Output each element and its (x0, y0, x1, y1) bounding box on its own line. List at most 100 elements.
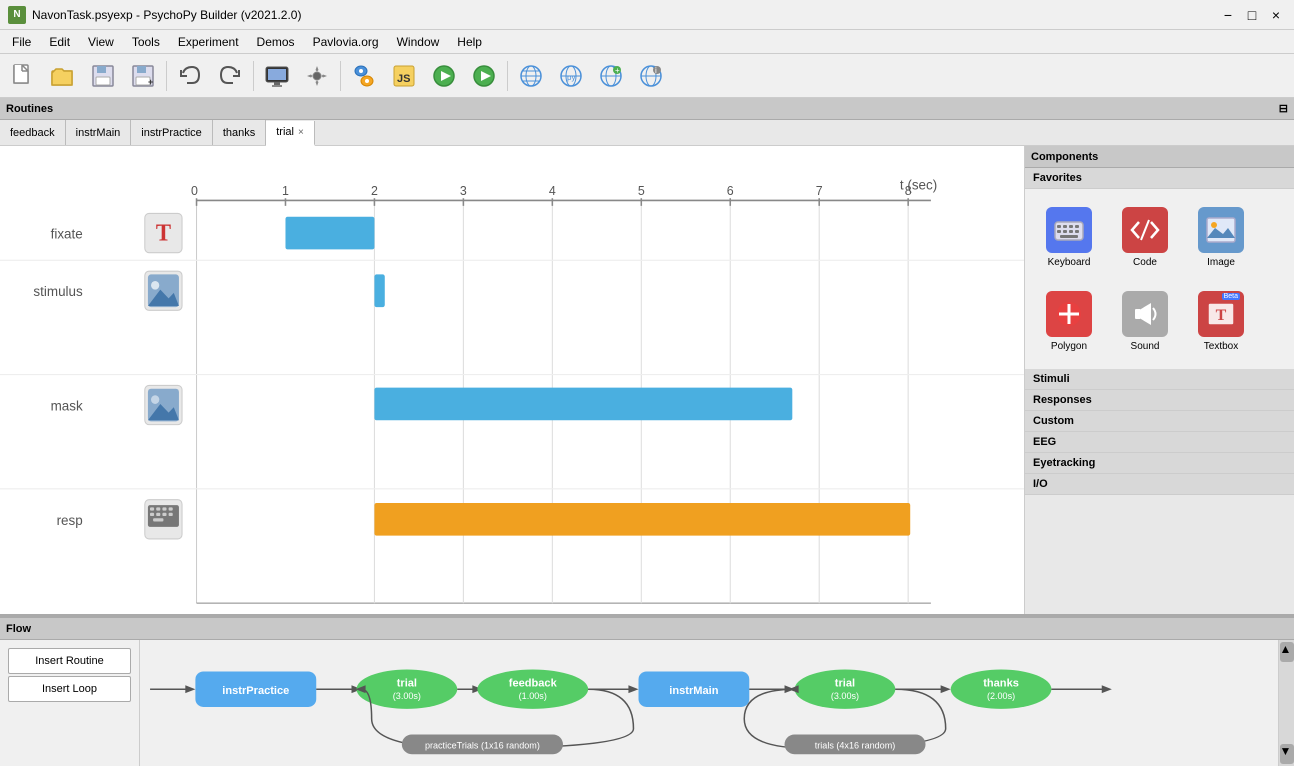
svg-text:stimulus: stimulus (33, 284, 82, 299)
svg-text:8: 8 (905, 183, 912, 198)
svg-text:practiceTrials (1x16 random): practiceTrials (1x16 random) (425, 740, 540, 750)
svg-text:0: 0 (191, 183, 198, 198)
svg-text:py: py (567, 73, 575, 82)
window-controls: − □ × (1218, 5, 1286, 25)
flow-panel: Flow Insert Routine Insert Loop instrPra… (0, 616, 1294, 766)
tab-instrmain-label: instrMain (76, 127, 121, 139)
svg-text:trials (4x16 random): trials (4x16 random) (815, 740, 896, 750)
comp-polygon[interactable]: Polygon (1033, 281, 1105, 361)
menu-window[interactable]: Window (389, 33, 448, 51)
settings-button[interactable] (298, 57, 336, 95)
section-custom[interactable]: Custom (1025, 411, 1294, 432)
tab-trial-label: trial (276, 126, 294, 138)
svg-text:(2.00s): (2.00s) (987, 691, 1015, 701)
tab-feedback[interactable]: feedback (0, 120, 66, 145)
section-eeg[interactable]: EEG (1025, 432, 1294, 453)
new-button[interactable] (4, 57, 42, 95)
redo-button[interactable] (211, 57, 249, 95)
svg-text:resp: resp (57, 512, 83, 527)
globe2-button[interactable]: py (552, 57, 590, 95)
section-responses[interactable]: Responses (1025, 390, 1294, 411)
svg-text:trial: trial (397, 677, 417, 689)
tab-instrpractice-label: instrPractice (141, 127, 202, 139)
monitor-button[interactable] (258, 57, 296, 95)
section-stimuli[interactable]: Stimuli (1025, 369, 1294, 390)
tab-thanks-label: thanks (223, 127, 255, 139)
comp-code[interactable]: Code (1109, 197, 1181, 277)
menu-pavlovia[interactable]: Pavlovia.org (305, 33, 387, 51)
svg-text:1: 1 (282, 183, 289, 198)
python-button[interactable] (345, 57, 383, 95)
routines-content: t (sec) 0 1 2 3 4 (0, 146, 1294, 614)
scrollbar-up[interactable]: ▲ (1280, 642, 1294, 662)
flow-diagram: instrPractice trial (3.00s) feedba (140, 640, 1278, 766)
insert-routine-button[interactable]: Insert Routine (8, 648, 131, 674)
comp-sound-label: Sound (1131, 341, 1160, 352)
svg-text:thanks: thanks (983, 677, 1019, 689)
svg-text:instrMain: instrMain (669, 685, 718, 697)
fixate-bar[interactable] (285, 217, 374, 250)
components-title: Components (1031, 151, 1098, 163)
tab-instrmain[interactable]: instrMain (66, 120, 132, 145)
menu-experiment[interactable]: Experiment (170, 33, 247, 51)
comp-code-label: Code (1133, 257, 1157, 268)
svg-text:mask: mask (51, 398, 83, 413)
insert-loop-button[interactable]: Insert Loop (8, 676, 131, 702)
titlebar: N NavonTask.psyexp - PsychoPy Builder (v… (0, 0, 1294, 30)
menu-view[interactable]: View (80, 33, 122, 51)
section-eyetracking[interactable]: Eyetracking (1025, 453, 1294, 474)
comp-sound[interactable]: Sound (1109, 281, 1181, 361)
svg-text:trial: trial (835, 677, 855, 689)
app-logo: N (8, 6, 26, 24)
menu-help[interactable]: Help (449, 33, 490, 51)
tab-trial[interactable]: trial × (266, 121, 315, 146)
comp-image-label: Image (1207, 257, 1235, 268)
comp-image[interactable]: Image (1185, 197, 1257, 277)
routines-header: Routines ⊟ (0, 98, 1294, 120)
mask-bar[interactable] (374, 388, 792, 421)
globe1-button[interactable] (512, 57, 550, 95)
menu-tools[interactable]: Tools (124, 33, 168, 51)
menu-edit[interactable]: Edit (41, 33, 78, 51)
run-button[interactable] (465, 57, 503, 95)
timeline-area: t (sec) 0 1 2 3 4 (0, 146, 1024, 614)
undo-button[interactable] (171, 57, 209, 95)
comp-textbox[interactable]: T Beta Textbox (1185, 281, 1257, 361)
tab-thanks[interactable]: thanks (213, 120, 266, 145)
svg-text:(3.00s): (3.00s) (393, 691, 421, 701)
tab-feedback-label: feedback (10, 127, 55, 139)
separator-4 (507, 61, 508, 91)
scrollbar-down[interactable]: ▼ (1280, 744, 1294, 764)
comp-keyboard[interactable]: Keyboard (1033, 197, 1105, 277)
runner-button[interactable] (425, 57, 463, 95)
saveas-button[interactable]: + (124, 57, 162, 95)
open-button[interactable] (44, 57, 82, 95)
favorites-section[interactable]: Favorites (1025, 168, 1294, 189)
globe4-button[interactable]: i (632, 57, 670, 95)
svg-text:+: + (148, 77, 153, 87)
routines-tabs: feedback instrMain instrPractice thanks … (0, 120, 1294, 146)
separator-3 (340, 61, 341, 91)
menubar: File Edit View Tools Experiment Demos Pa… (0, 30, 1294, 54)
resp-bar[interactable] (374, 503, 910, 536)
tab-trial-close[interactable]: × (298, 127, 304, 138)
window-title: NavonTask.psyexp - PsychoPy Builder (v20… (32, 8, 301, 22)
comp-polygon-label: Polygon (1051, 341, 1087, 352)
tab-instrpractice[interactable]: instrPractice (131, 120, 213, 145)
minimize-button[interactable]: − (1218, 5, 1238, 25)
menu-demos[interactable]: Demos (249, 33, 303, 51)
menu-file[interactable]: File (4, 33, 39, 51)
routines-collapse[interactable]: ⊟ (1279, 102, 1288, 115)
comp-textbox-label: Textbox (1204, 341, 1238, 352)
close-button[interactable]: × (1266, 5, 1286, 25)
flow-scrollbar[interactable]: ▲ ▼ (1278, 640, 1294, 766)
svg-text:+: + (615, 66, 620, 75)
svg-text:4: 4 (549, 183, 556, 198)
stimulus-bar[interactable] (374, 274, 384, 307)
globe3-button[interactable]: + (592, 57, 630, 95)
save-button[interactable] (84, 57, 122, 95)
js-button[interactable]: JS (385, 57, 423, 95)
timeline-svg: t (sec) 0 1 2 3 4 (0, 146, 1024, 614)
maximize-button[interactable]: □ (1242, 5, 1262, 25)
section-io[interactable]: I/O (1025, 474, 1294, 495)
